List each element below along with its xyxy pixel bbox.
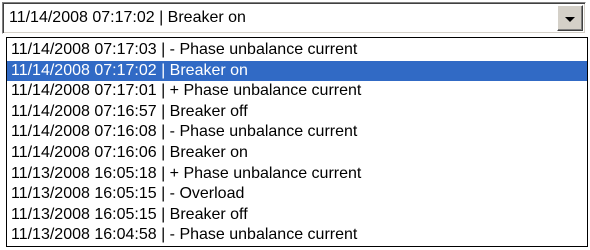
dropdown-toggle-button[interactable] [557,5,583,31]
chevron-down-icon [565,16,575,22]
list-item[interactable]: 11/14/2008 07:17:03 | - Phase unbalance … [7,40,587,61]
list-item-selected[interactable]: 11/14/2008 07:17:02 | Breaker on [7,60,587,82]
list-item[interactable]: 11/14/2008 07:16:06 | Breaker on [7,143,587,164]
list-item[interactable]: 11/13/2008 16:05:15 | Breaker off [7,205,587,226]
event-combobox[interactable]: 11/14/2008 07:17:02 | Breaker on [2,2,586,34]
list-item[interactable]: 11/14/2008 07:17:01 | + Phase unbalance … [7,81,587,102]
combobox-selected-value[interactable]: 11/14/2008 07:17:02 | Breaker on [9,8,246,28]
list-item[interactable]: 11/13/2008 16:04:58 | - Phase unbalance … [7,225,587,246]
event-dropdown-list[interactable]: 11/14/2008 07:17:03 | - Phase unbalance … [6,37,588,247]
list-item[interactable]: 11/14/2008 07:16:57 | Breaker off [7,102,587,123]
list-item[interactable]: 11/14/2008 07:16:08 | - Phase unbalance … [7,122,587,143]
list-item[interactable]: 11/13/2008 16:05:15 | - Overload [7,184,587,205]
list-item[interactable]: 11/13/2008 16:05:18 | + Phase unbalance … [7,164,587,185]
